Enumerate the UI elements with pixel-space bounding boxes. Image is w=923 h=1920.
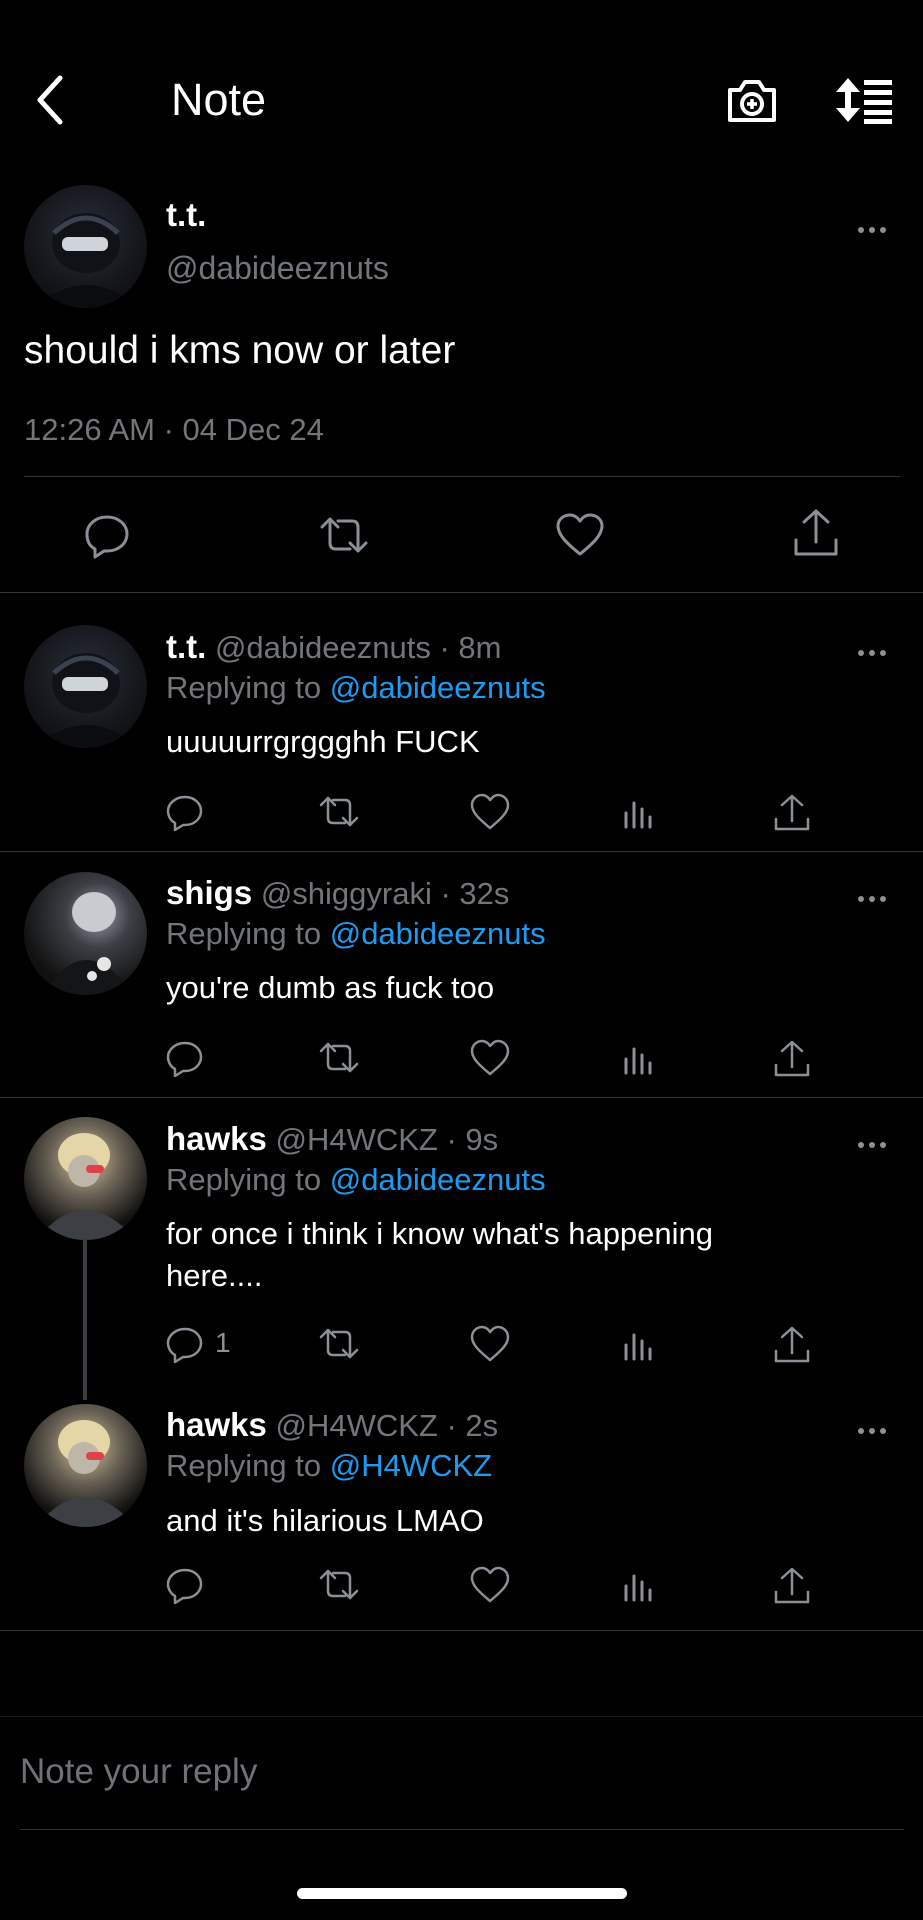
share-icon[interactable] bbox=[772, 1566, 812, 1604]
retweet-icon[interactable] bbox=[316, 793, 362, 831]
reply-author-name[interactable]: shigs bbox=[166, 874, 252, 911]
back-icon[interactable] bbox=[28, 70, 72, 130]
like-icon[interactable] bbox=[555, 512, 605, 558]
home-indicator[interactable] bbox=[297, 1888, 627, 1899]
sort-icon[interactable] bbox=[834, 76, 894, 124]
reply-text: uuuuurrgrggghh FUCK bbox=[166, 724, 480, 759]
replying-prefix: Replying to bbox=[166, 916, 322, 951]
more-icon[interactable] bbox=[858, 1135, 892, 1148]
divider bbox=[0, 851, 923, 852]
retweet-icon[interactable] bbox=[316, 1566, 362, 1604]
replying-prefix: Replying to bbox=[166, 1448, 322, 1483]
retweet-icon[interactable] bbox=[316, 1325, 362, 1363]
reply-count: 1 bbox=[215, 1327, 231, 1358]
reply-icon[interactable] bbox=[165, 1325, 205, 1363]
share-icon[interactable] bbox=[792, 508, 840, 558]
avatar-image-icon bbox=[36, 1420, 136, 1527]
views-icon[interactable] bbox=[620, 1325, 660, 1363]
reply-icon[interactable] bbox=[82, 511, 132, 559]
reply-author-name[interactable]: hawks bbox=[166, 1406, 267, 1443]
reply-icon[interactable] bbox=[165, 1566, 205, 1604]
reply-author-name[interactable]: t.t. bbox=[166, 628, 206, 665]
replying-to-link[interactable]: @dabideeznuts bbox=[330, 670, 546, 705]
reply-text: and it's hilarious LMAO bbox=[166, 1503, 484, 1538]
replying-prefix: Replying to bbox=[166, 1162, 322, 1197]
replying-to-line: Replying to @H4WCKZ bbox=[166, 1448, 492, 1484]
reply-author-handle[interactable]: @dabideeznuts bbox=[215, 630, 431, 665]
like-icon[interactable] bbox=[470, 1039, 510, 1077]
divider bbox=[20, 1829, 904, 1830]
avatar-image-icon bbox=[44, 892, 134, 995]
avatar[interactable] bbox=[24, 1117, 147, 1240]
reply-header: hawks @H4WCKZ · 2s bbox=[166, 1406, 498, 1444]
author-name[interactable]: t.t. bbox=[166, 196, 206, 234]
divider bbox=[24, 476, 900, 477]
reply-time: · 9s bbox=[446, 1122, 499, 1157]
more-icon[interactable] bbox=[858, 220, 892, 233]
reply-text: for once i think i know what's happening… bbox=[166, 1213, 713, 1297]
more-icon[interactable] bbox=[858, 1421, 892, 1434]
views-icon[interactable] bbox=[620, 1039, 660, 1077]
divider bbox=[0, 1630, 923, 1631]
share-icon[interactable] bbox=[772, 1325, 812, 1363]
reply-header: t.t. @dabideeznuts · 8m bbox=[166, 628, 501, 666]
divider bbox=[0, 592, 923, 593]
avatar-image-icon bbox=[36, 1133, 136, 1240]
action-bar bbox=[0, 1039, 923, 1079]
views-icon[interactable] bbox=[620, 1566, 660, 1604]
tweet-text: should i kms now or later bbox=[24, 329, 456, 372]
retweet-icon[interactable] bbox=[316, 513, 372, 557]
replying-to-line: Replying to @dabideeznuts bbox=[166, 916, 546, 952]
reply-author-handle[interactable]: @H4WCKZ bbox=[276, 1122, 438, 1157]
avatar[interactable] bbox=[24, 185, 147, 308]
reply-time: · 8m bbox=[439, 630, 502, 665]
views-icon[interactable] bbox=[620, 793, 660, 831]
replying-prefix: Replying to bbox=[166, 670, 322, 705]
reply-icon[interactable] bbox=[165, 1039, 205, 1077]
divider bbox=[0, 1097, 923, 1098]
reply-header: shigs @shiggyraki · 32s bbox=[166, 874, 509, 912]
replying-to-link[interactable]: @dabideeznuts bbox=[330, 1162, 546, 1197]
reply-author-name[interactable]: hawks bbox=[166, 1120, 267, 1157]
reply-time: · 2s bbox=[446, 1408, 499, 1443]
like-icon[interactable] bbox=[470, 1566, 510, 1604]
action-bar bbox=[0, 793, 923, 833]
avatar[interactable] bbox=[24, 625, 147, 748]
thread-line bbox=[83, 1240, 87, 1400]
reply-time: · 32s bbox=[440, 876, 510, 911]
like-icon[interactable] bbox=[470, 793, 510, 831]
share-icon[interactable] bbox=[772, 793, 812, 831]
tweet-timestamp: 12:26 AM · 04 Dec 24 bbox=[24, 412, 324, 447]
action-bar: 1 bbox=[0, 1325, 923, 1365]
author-handle[interactable]: @dabideeznuts bbox=[166, 250, 389, 287]
reply-icon[interactable] bbox=[165, 793, 205, 831]
replying-to-line: Replying to @dabideeznuts bbox=[166, 1162, 546, 1198]
reply-author-handle[interactable]: @shiggyraki bbox=[261, 876, 432, 911]
action-bar bbox=[0, 1566, 923, 1606]
retweet-icon[interactable] bbox=[316, 1039, 362, 1077]
replying-to-link[interactable]: @dabideeznuts bbox=[330, 916, 546, 951]
reply-header: hawks @H4WCKZ · 9s bbox=[166, 1120, 498, 1158]
avatar-image-icon bbox=[34, 653, 138, 748]
reply-text-line: for once i think i know what's happening bbox=[166, 1216, 714, 1251]
replying-to-line: Replying to @dabideeznuts bbox=[166, 670, 546, 706]
avatar-image-icon bbox=[34, 213, 138, 308]
replying-to-link[interactable]: @H4WCKZ bbox=[330, 1448, 492, 1483]
reply-author-handle[interactable]: @H4WCKZ bbox=[276, 1408, 438, 1443]
divider bbox=[0, 1716, 923, 1717]
reply-text-line: here.... bbox=[166, 1258, 263, 1293]
more-icon[interactable] bbox=[858, 643, 892, 656]
avatar[interactable] bbox=[24, 1404, 147, 1527]
page-title: Note bbox=[171, 74, 267, 125]
camera-icon[interactable] bbox=[726, 76, 778, 124]
avatar[interactable] bbox=[24, 872, 147, 995]
reply-text: you're dumb as fuck too bbox=[166, 970, 495, 1005]
reply-compose-input[interactable]: Note your reply bbox=[20, 1752, 257, 1792]
share-icon[interactable] bbox=[772, 1039, 812, 1077]
like-icon[interactable] bbox=[470, 1325, 510, 1363]
more-icon[interactable] bbox=[858, 889, 892, 902]
